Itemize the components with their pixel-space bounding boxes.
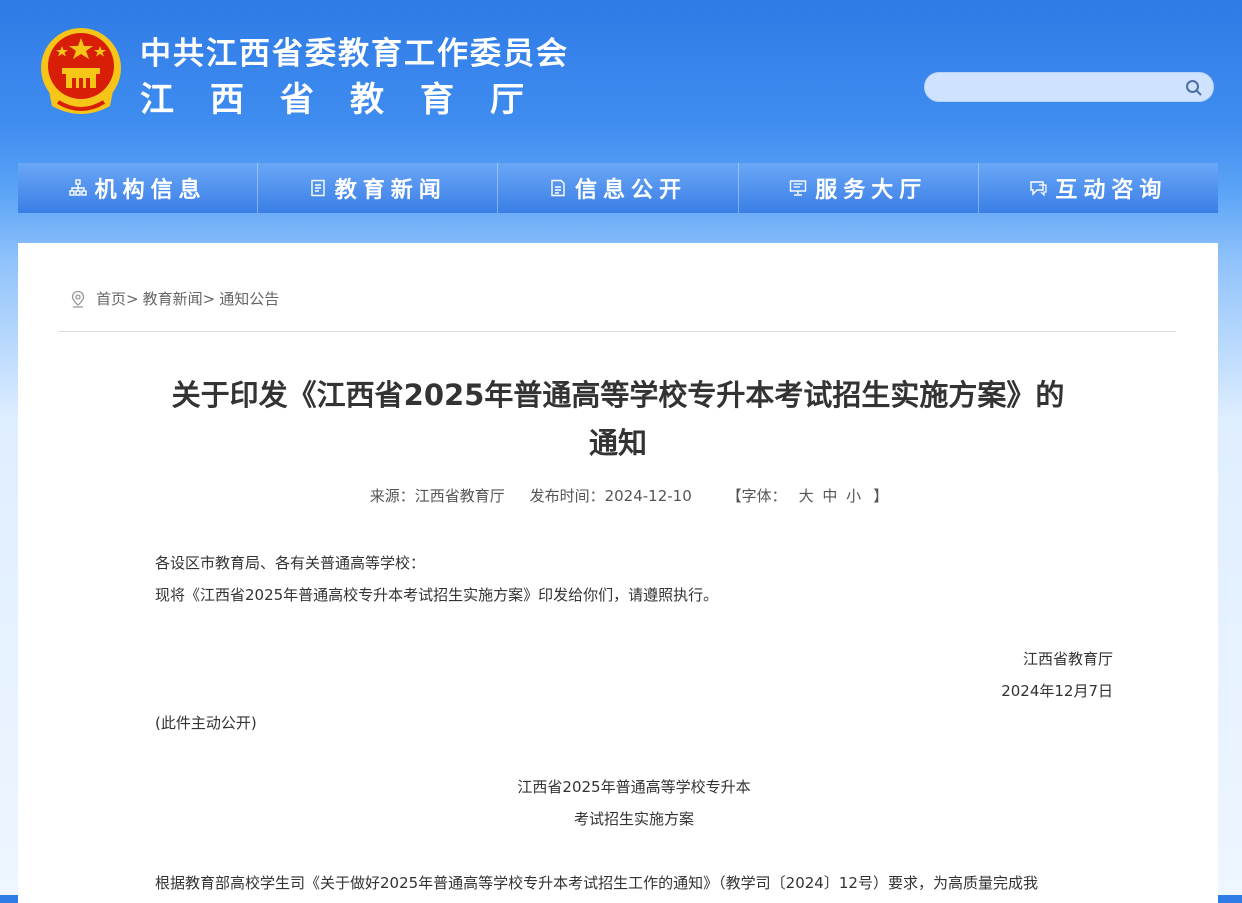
article-paragraph: 根据教育部高校学生司《关于做好2025年普通高等学校专升本考试招生工作的通知》（…: [155, 874, 1038, 892]
article-meta: 来源：江西省教育厅 发布时间：2024-12-10 【字体： 大 中 小】: [18, 485, 1242, 506]
nav-item-edu-news[interactable]: 教育新闻: [258, 163, 499, 213]
location-pin-icon: [71, 290, 85, 308]
nav-label: 教育新闻: [334, 178, 447, 203]
nav-label: 服务大厅: [815, 178, 928, 203]
nav-label: 机构信息: [94, 178, 207, 203]
attachment-title-line2: 考试招生实施方案: [573, 810, 694, 828]
site-title-cn: 中共江西省委教育工作委员会: [140, 36, 569, 72]
breadcrumb-home-link[interactable]: 首页: [96, 288, 126, 309]
search-icon[interactable]: [1185, 79, 1203, 97]
font-size-open: 【字体：: [726, 487, 787, 505]
font-size-medium-button[interactable]: 中: [822, 487, 837, 505]
national-emblem-icon: [41, 28, 121, 114]
article-title: 关于印发《江西省2025年普通高等学校专升本考试招生实施方案》的 通知: [98, 371, 1138, 467]
org-chart-icon: [68, 179, 87, 196]
article-title-line2: 通知: [588, 426, 647, 460]
article-public-note: (此件主动公开): [155, 714, 257, 732]
nav-item-org-info[interactable]: 机构信息: [18, 163, 259, 213]
breadcrumb: 首页 > 教育新闻 > 通知公告: [70, 288, 279, 309]
site-title-dept: 江西省教育厅: [140, 80, 560, 120]
font-size-close: 】: [873, 487, 889, 505]
nav-item-consult[interactable]: 互动咨询: [979, 163, 1218, 213]
chat-bubble-icon: [1030, 181, 1048, 197]
article-source: 来源：江西省教育厅: [369, 487, 505, 505]
breadcrumb-separator: >: [202, 289, 216, 308]
main-nav: 机构信息 教育新闻 信息公开 服务大厅 互动咨询: [18, 163, 1218, 213]
article-title-line1: 关于印发《江西省2025年普通高等学校专升本考试招生实施方案》的: [171, 378, 1065, 412]
article-sign-date: 2024年12月7日: [1001, 682, 1113, 700]
breadcrumb-separator: >: [126, 289, 139, 308]
article-paragraph: 现将《江西省2025年普通高校专升本考试招生实施方案》印发给你们，请遵照执行。: [155, 586, 719, 604]
document-icon: [551, 179, 565, 197]
nav-label: 信息公开: [575, 178, 688, 203]
article-signer: 江西省教育厅: [1022, 650, 1113, 668]
font-size-small-button[interactable]: 小: [846, 487, 861, 505]
content-panel: 首页 > 教育新闻 > 通知公告 关于印发《江西省2025年普通高等学校专升本考…: [18, 243, 1218, 903]
breadcrumb-edu-news-link[interactable]: 教育新闻: [143, 288, 203, 309]
font-size-large-button[interactable]: 大: [799, 487, 814, 505]
attachment-title-line1: 江西省2025年普通高等学校专升本: [517, 778, 751, 796]
font-size-control: 【字体： 大 中 小】: [717, 487, 899, 505]
divider: [58, 331, 1176, 332]
monitor-icon: [790, 180, 807, 196]
breadcrumb-notice-link[interactable]: 通知公告: [219, 288, 279, 309]
article-salutation: 各设区市教育局、各有关普通高等学校：: [155, 554, 426, 572]
nav-item-info-public[interactable]: 信息公开: [498, 163, 739, 213]
nav-label: 互动咨询: [1055, 178, 1168, 203]
search-input[interactable]: [939, 73, 1183, 103]
article-date: 发布时间：2024-12-10: [529, 487, 692, 505]
search-box: [924, 72, 1214, 103]
news-icon: [311, 179, 325, 197]
nav-item-service-hall[interactable]: 服务大厅: [739, 163, 979, 213]
